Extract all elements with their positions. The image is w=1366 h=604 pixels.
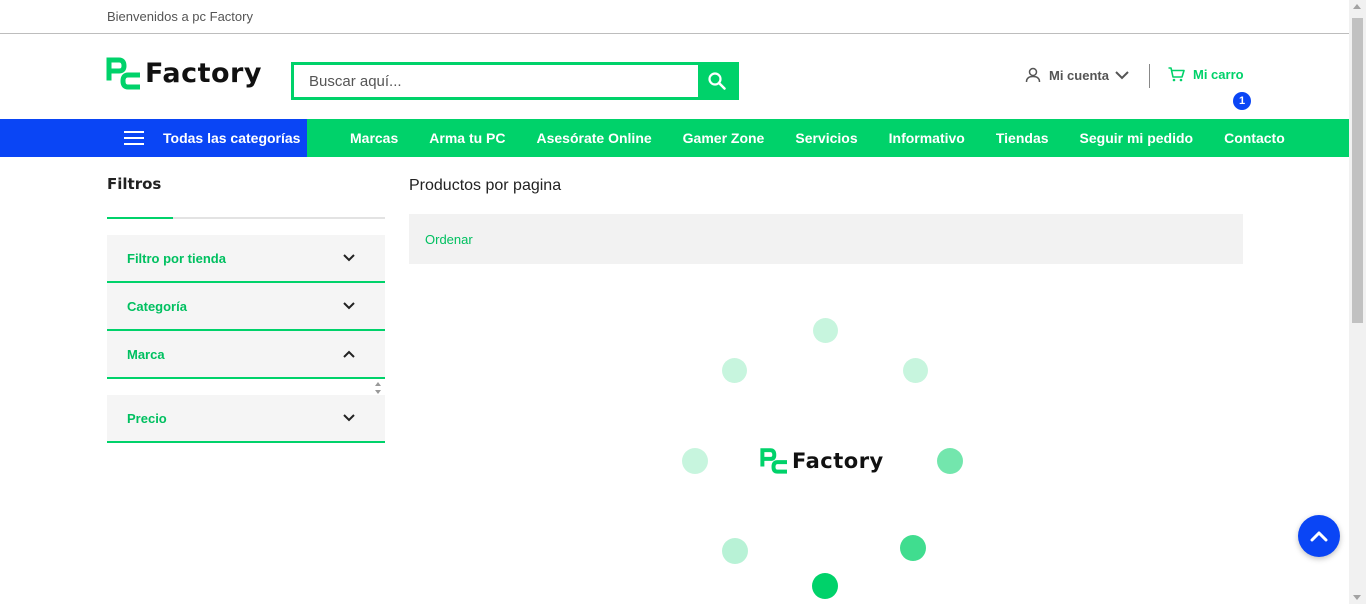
back-to-top-button[interactable] <box>1298 515 1340 557</box>
nav-links: Marcas Arma tu PC Asesórate Online Gamer… <box>307 119 1316 157</box>
nav-link-contacto[interactable]: Contacto <box>1224 130 1285 146</box>
chevron-down-icon <box>343 254 355 262</box>
cart-button[interactable]: Mi carro <box>1168 67 1244 82</box>
products-per-page-title: Productos por pagina <box>409 177 562 194</box>
scroll-down-arrow-icon[interactable] <box>1353 595 1361 600</box>
search-button[interactable] <box>698 65 736 97</box>
header-divider <box>1149 64 1150 88</box>
chevron-down-icon <box>343 414 355 422</box>
filter-list: Filtro por tienda Categoría Marca Precio <box>107 235 385 443</box>
loader-logo: Factory <box>760 447 884 474</box>
site-logo[interactable]: Factory <box>106 56 262 90</box>
page-scrollbar[interactable] <box>1349 0 1366 604</box>
cart-label: Mi carro <box>1193 67 1244 82</box>
welcome-text: Bienvenidos a pc Factory <box>107 9 253 24</box>
filters-tab-underline <box>107 217 385 219</box>
nav-link-seguir-mi-pedido[interactable]: Seguir mi pedido <box>1080 130 1194 146</box>
top-bar: Bienvenidos a pc Factory <box>0 0 1349 34</box>
spinner-dot <box>722 538 748 564</box>
filter-store[interactable]: Filtro por tienda <box>107 235 385 283</box>
loader-logo-text: Factory <box>792 448 884 473</box>
chevron-down-icon <box>343 302 355 310</box>
scrollbar-thumb[interactable] <box>1352 18 1363 323</box>
all-categories-button[interactable]: Todas las categorías <box>0 119 307 157</box>
sort-dropdown[interactable]: Ordenar <box>425 232 473 247</box>
header: Factory Mi cuenta <box>0 34 1349 119</box>
filter-price[interactable]: Precio <box>107 395 385 443</box>
filter-category-label: Categoría <box>127 298 187 314</box>
page: Bienvenidos a pc Factory Factory Buscar … <box>0 0 1349 604</box>
pc-logo-icon <box>760 448 787 474</box>
chevron-up-icon <box>343 350 355 358</box>
filter-brand[interactable]: Marca <box>107 331 385 379</box>
hamburger-icon <box>124 131 144 145</box>
product-area: Productos por pagina Ordenar <box>409 157 1243 264</box>
nav-link-marcas[interactable]: Marcas <box>350 130 398 146</box>
filter-store-label: Filtro por tienda <box>127 250 226 266</box>
search-bar <box>291 62 739 100</box>
scroll-arrows-icon[interactable] <box>373 381 383 395</box>
spinner-dot <box>900 535 926 561</box>
filter-brand-options[interactable] <box>107 379 385 395</box>
nav-link-tiendas[interactable]: Tiendas <box>996 130 1049 146</box>
nav-link-asesorate-online[interactable]: Asesórate Online <box>537 130 652 146</box>
account-label: Mi cuenta <box>1049 67 1109 83</box>
nav-link-arma-tu-pc[interactable]: Arma tu PC <box>429 130 505 146</box>
spinner-dot <box>722 358 747 383</box>
nav-link-servicios[interactable]: Servicios <box>795 130 857 146</box>
sort-bar: Ordenar <box>409 214 1243 264</box>
nav-link-informativo[interactable]: Informativo <box>889 130 965 146</box>
chevron-down-icon <box>1115 71 1129 80</box>
cart-count-badge: 1 <box>1233 92 1251 110</box>
spinner-dot <box>903 358 928 383</box>
search-input[interactable] <box>294 65 698 97</box>
chevron-up-icon <box>1310 531 1328 542</box>
account-menu[interactable]: Mi cuenta <box>1025 67 1129 83</box>
logo-text: Factory <box>145 57 262 89</box>
filter-brand-label: Marca <box>127 346 165 362</box>
all-categories-label: Todas las categorías <box>163 130 301 146</box>
search-icon <box>708 72 726 90</box>
spinner-dot <box>812 573 838 599</box>
user-icon <box>1025 67 1041 83</box>
filters-sidebar: Filtros Filtro por tienda Categoría Marc… <box>107 157 385 443</box>
spinner-dot <box>682 448 708 474</box>
scroll-up-arrow-icon[interactable] <box>1353 4 1361 9</box>
filters-title: Filtros <box>107 175 162 193</box>
main-nav: Todas las categorías Marcas Arma tu PC A… <box>0 119 1349 157</box>
cart-icon <box>1168 67 1185 82</box>
spinner-dot <box>813 318 838 343</box>
pc-logo-icon <box>106 57 140 90</box>
nav-link-gamer-zone[interactable]: Gamer Zone <box>683 130 765 146</box>
filter-price-label: Precio <box>127 410 167 426</box>
spinner-dot <box>937 448 963 474</box>
filter-category[interactable]: Categoría <box>107 283 385 331</box>
